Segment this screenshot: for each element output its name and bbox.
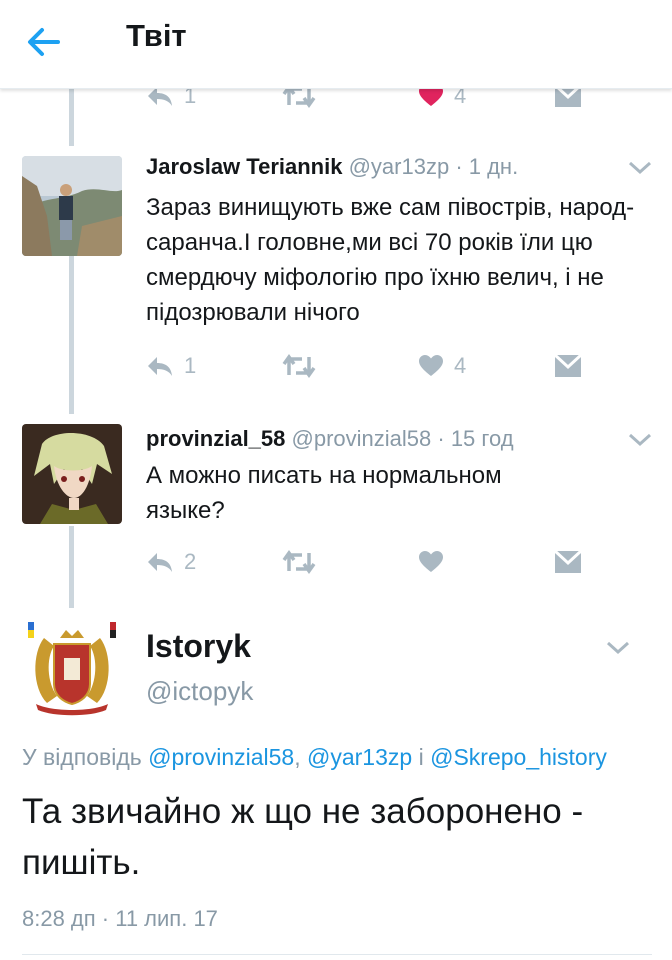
heart-icon: [419, 355, 443, 376]
like-button[interactable]: [418, 544, 444, 580]
tweet-header: Jaroslaw Teriannik @yar13zp · 1 дн.: [146, 154, 518, 180]
thread-line: [69, 88, 74, 146]
reply-separator: ,: [294, 744, 301, 770]
reply-separator: і: [418, 744, 424, 770]
direct-message-button[interactable]: [554, 348, 582, 384]
thread-line: [69, 256, 74, 414]
avatar-photo: [22, 156, 122, 256]
back-arrow-icon: [28, 28, 60, 56]
retweet-button[interactable]: [282, 544, 316, 580]
tweet-timestamp: 8:28 дп · 11 лип. 17: [22, 906, 218, 931]
reply-button[interactable]: 1: [146, 348, 196, 384]
chevron-down-icon[interactable]: [606, 640, 630, 656]
user-name[interactable]: provinzial_58: [146, 426, 285, 451]
mention-link[interactable]: @yar13zp: [307, 744, 412, 770]
reply-prefix: У відповідь: [22, 744, 142, 770]
tweet-text: А можно писать на нормальном языке?: [146, 462, 502, 524]
coat-of-arms-logo: [22, 618, 122, 718]
page-title: Твіт: [126, 18, 187, 53]
user-name[interactable]: Istoryk: [146, 628, 251, 665]
tweet-header: provinzial_58 @provinzial58 · 15 год: [146, 426, 514, 452]
avatar[interactable]: [22, 618, 122, 718]
thread-line: [69, 526, 74, 608]
reply-count: 1: [184, 353, 197, 378]
reply-to-line: У відповідь @provinzial58, @yar13zp і @S…: [22, 744, 607, 771]
reply-icon: [148, 553, 172, 572]
chevron-down-icon[interactable]: [628, 432, 652, 448]
tweet-time: · 15 год: [437, 426, 514, 451]
chevron-down-icon[interactable]: [628, 160, 652, 176]
direct-message-icon: [554, 550, 582, 573]
like-count: 4: [454, 353, 467, 378]
avatar[interactable]: [22, 156, 122, 256]
mention-link[interactable]: @provinzial58: [148, 744, 294, 770]
like-button[interactable]: 4: [418, 348, 466, 384]
tweet-text: Та звичайно ж що не заборонено - пишіть.: [22, 792, 584, 882]
retweet-button[interactable]: [282, 348, 316, 384]
user-name[interactable]: Jaroslaw Teriannik: [146, 154, 342, 179]
top-bar: Твіт: [0, 0, 672, 89]
retweet-icon: [282, 353, 316, 379]
heart-icon: [419, 551, 443, 572]
tweet-actions: 1 4: [146, 348, 586, 384]
tweet-time: · 1 дн.: [455, 154, 519, 179]
user-handle[interactable]: @ictopyk: [146, 676, 253, 707]
direct-message-icon: [554, 354, 582, 377]
mention-link[interactable]: @Skrepo_history: [430, 744, 607, 770]
reply-icon: [148, 357, 172, 376]
avatar-photo: [22, 424, 122, 524]
tweet-text: Зараз винищують вже сам півострів, народ…: [146, 194, 635, 326]
divider: [22, 954, 652, 955]
direct-message-button[interactable]: [554, 544, 582, 580]
reply-button[interactable]: 2: [146, 544, 196, 580]
avatar[interactable]: [22, 424, 122, 524]
retweet-icon: [282, 549, 316, 575]
user-handle[interactable]: @provinzial58: [292, 426, 432, 451]
user-handle[interactable]: @yar13zp: [349, 154, 450, 179]
tweet-actions: 2: [146, 544, 586, 580]
reply-count: 2: [184, 549, 197, 574]
back-button[interactable]: [22, 22, 70, 62]
